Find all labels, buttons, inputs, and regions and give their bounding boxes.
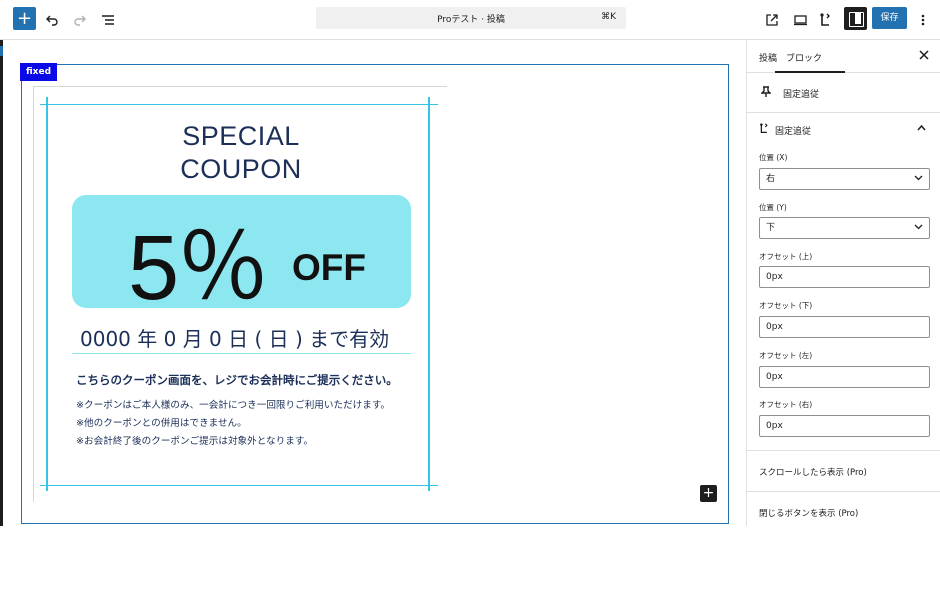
more-options-icon bbox=[921, 14, 925, 26]
list-view-button[interactable] bbox=[96, 8, 120, 32]
editor-canvas[interactable]: fixed SPECIAL COUPON 5％ OFF 0000 年 0 月 0… bbox=[3, 40, 746, 526]
more-options-button[interactable] bbox=[911, 8, 935, 32]
preview-button[interactable] bbox=[788, 8, 812, 32]
offset-bottom-label: オフセット (下) bbox=[759, 301, 813, 310]
divider bbox=[747, 491, 940, 492]
discount-box: 5％ OFF bbox=[72, 195, 411, 319]
redo-icon bbox=[74, 15, 86, 26]
offset-left-label: オフセット (左) bbox=[759, 351, 813, 360]
guide-line-top bbox=[40, 104, 438, 105]
coupon-note: ※クーポンはご本人様のみ、一会計につき一回限りご利用いただけます。 bbox=[76, 400, 391, 411]
coupon-image[interactable]: SPECIAL COUPON 5％ OFF 0000 年 0 月 0 日 ( 日… bbox=[33, 86, 447, 502]
fixed-block-icon bbox=[759, 122, 770, 138]
external-link-icon bbox=[766, 14, 778, 26]
offset-top-input[interactable]: 0px bbox=[759, 266, 930, 288]
divider bbox=[747, 450, 940, 451]
block-inserter-button[interactable]: + bbox=[13, 7, 36, 30]
fixed-block-tag[interactable]: fixed bbox=[20, 63, 58, 81]
panel-title: 固定追従 bbox=[775, 127, 812, 137]
offset-right-input[interactable]: 0px bbox=[759, 415, 930, 437]
discount-percent: 5％ bbox=[128, 217, 269, 319]
editor-top-toolbar: + Proテスト · 投稿 ⌘K 保存 bbox=[0, 0, 940, 40]
view-post-button[interactable] bbox=[760, 8, 784, 32]
close-sidebar-button[interactable] bbox=[919, 48, 929, 64]
save-button[interactable]: 保存 bbox=[872, 7, 907, 29]
coupon-instructions: こちらのクーポン画面を、レジでお会計時にご提示ください。 bbox=[76, 373, 398, 387]
close-button-show-option[interactable]: 閉じるボタンを表示 (Pro) bbox=[759, 507, 858, 519]
page-background bbox=[0, 526, 940, 601]
coupon-valid-date: 0000 年 0 月 0 日 ( 日 ) まで有効 bbox=[80, 327, 390, 351]
fixed-block-icon bbox=[820, 13, 830, 26]
active-tab-indicator bbox=[775, 71, 845, 73]
discount-off-label: OFF bbox=[292, 247, 366, 288]
pin-icon bbox=[760, 86, 772, 101]
coupon-note: ※お会計終了後のクーポンご提示は対象外となります。 bbox=[76, 436, 314, 447]
position-y-label: 位置 (Y) bbox=[759, 203, 787, 212]
guide-line-bottom bbox=[40, 485, 438, 486]
chevron-down-icon bbox=[914, 218, 923, 238]
tab-post[interactable]: 投稿 bbox=[759, 51, 777, 64]
scroll-show-option[interactable]: スクロールしたら表示 (Pro) bbox=[759, 466, 867, 478]
chevron-down-icon bbox=[914, 169, 923, 189]
settings-sidebar: 投稿 ブロック 固定追従 固定追従 位置 (X) 右 位置 (Y) 下 オフセッ… bbox=[746, 40, 940, 526]
position-x-label: 位置 (X) bbox=[759, 153, 788, 162]
close-icon bbox=[919, 50, 929, 60]
coupon-divider bbox=[72, 353, 411, 354]
coupon-title-line1: SPECIAL bbox=[182, 121, 300, 151]
panel-header[interactable]: 固定追従 bbox=[747, 122, 940, 142]
command-palette-bar[interactable]: Proテスト · 投稿 ⌘K bbox=[316, 7, 626, 29]
fixed-block-plugin-button[interactable] bbox=[814, 8, 838, 32]
position-x-select[interactable]: 右 bbox=[759, 168, 930, 190]
redo-button[interactable] bbox=[68, 8, 92, 32]
add-block-button[interactable]: + bbox=[700, 485, 717, 502]
desktop-preview-icon bbox=[793, 15, 807, 26]
list-view-icon bbox=[102, 15, 114, 25]
settings-sidebar-toggle[interactable] bbox=[844, 7, 867, 30]
offset-bottom-input[interactable]: 0px bbox=[759, 316, 930, 338]
block-card-title: 固定追従 bbox=[783, 90, 820, 100]
position-x-value: 右 bbox=[766, 174, 776, 184]
coupon-note: ※他のクーポンとの併用はできません。 bbox=[76, 418, 247, 429]
block-card: 固定追従 bbox=[747, 84, 940, 110]
coupon-title-line2: COUPON bbox=[180, 154, 302, 184]
chevron-up-icon[interactable] bbox=[917, 124, 926, 135]
offset-right-label: オフセット (右) bbox=[759, 400, 813, 409]
undo-icon bbox=[46, 15, 58, 26]
document-title: Proテスト · 投稿 bbox=[437, 15, 505, 25]
position-y-select[interactable]: 下 bbox=[759, 217, 930, 239]
position-y-value: 下 bbox=[766, 223, 776, 233]
tab-block[interactable]: ブロック bbox=[786, 51, 822, 64]
offset-top-label: オフセット (上) bbox=[759, 252, 813, 261]
undo-button[interactable] bbox=[40, 8, 64, 32]
command-shortcut: ⌘K bbox=[601, 12, 616, 22]
sidebar-tabs: 投稿 ブロック bbox=[747, 40, 940, 73]
divider bbox=[747, 112, 940, 113]
offset-left-input[interactable]: 0px bbox=[759, 366, 930, 388]
